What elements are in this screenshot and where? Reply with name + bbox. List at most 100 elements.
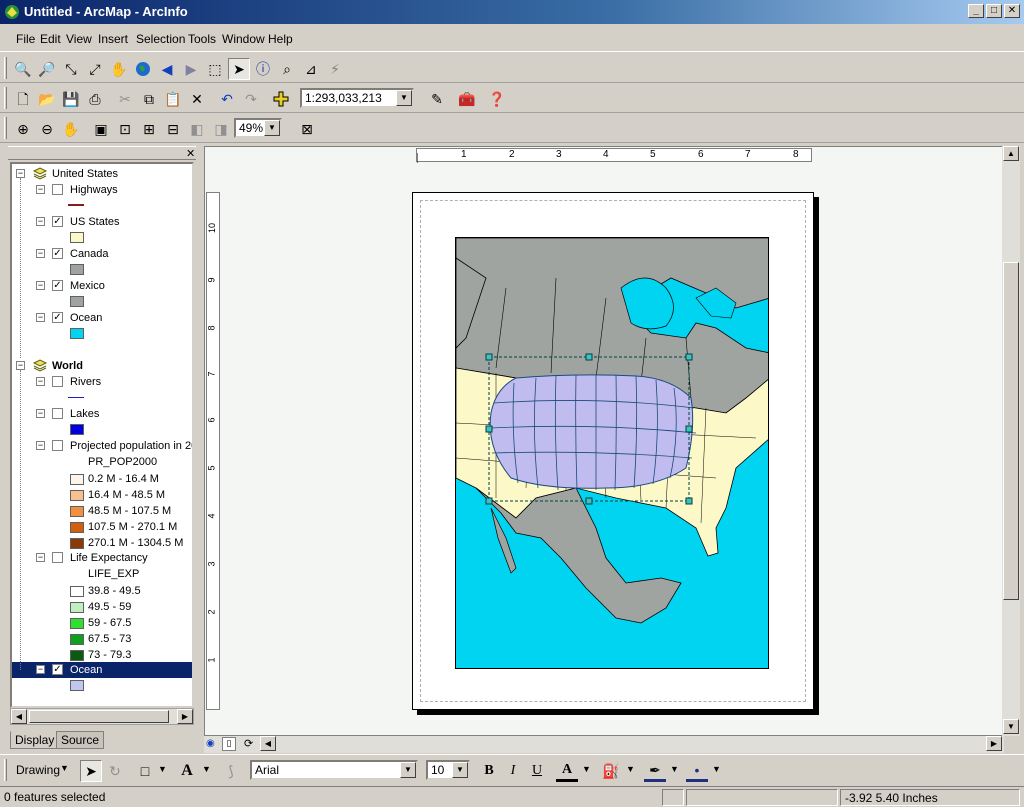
collapse-icon[interactable]: − [36, 553, 45, 562]
collapse-icon[interactable]: − [36, 217, 45, 226]
fixed-zoom-in-page-icon[interactable]: ⊡ [114, 118, 136, 140]
new-document-icon[interactable]: 🗋 [12, 88, 34, 110]
redo-icon[interactable]: ↷ [240, 88, 262, 110]
back-arrow-icon[interactable]: ◀ [156, 58, 178, 80]
toc-layer-ocean-us[interactable]: − ✓ Ocean [12, 310, 192, 326]
toc-layer-life-expectancy[interactable]: − Life Expectancy [12, 550, 192, 566]
font-color-icon[interactable]: A [556, 760, 578, 782]
zoom-percent-combo[interactable]: 49% ▼ [234, 118, 282, 138]
measure-icon[interactable]: ⊿ [300, 58, 322, 80]
chevron-down-icon[interactable]: ▼ [202, 764, 211, 774]
paste-icon[interactable]: 📋 [162, 88, 184, 110]
toc-group-world[interactable]: − World [12, 358, 192, 374]
refresh-icon[interactable]: ⟳ [244, 737, 253, 750]
collapse-icon[interactable]: − [36, 377, 45, 386]
toc-layer-highways[interactable]: − Highways [12, 182, 192, 198]
data-view-toggle-icon[interactable]: ◉ [206, 738, 215, 749]
toolbar-grip[interactable] [4, 87, 7, 109]
find-binoculars-icon[interactable]: ⌕ [276, 58, 298, 80]
fill-color-bucket-icon[interactable]: ⛽ [600, 760, 622, 782]
tab-source[interactable]: Source [56, 731, 105, 749]
layer-visibility-checkbox[interactable]: ✓ [52, 280, 63, 291]
layer-visibility-checkbox[interactable] [52, 440, 63, 451]
chevron-down-icon[interactable]: ▼ [400, 762, 416, 778]
open-folder-icon[interactable]: 📂 [36, 88, 58, 110]
hyperlink-lightning-icon[interactable]: ⚡ [324, 58, 346, 80]
add-data-icon[interactable] [270, 88, 292, 110]
print-icon[interactable]: ⎙ [84, 88, 106, 110]
toolbar-grip[interactable] [4, 117, 7, 139]
layer-visibility-checkbox[interactable] [52, 376, 63, 387]
zoom-100-percent-icon[interactable]: ⊟ [162, 118, 184, 140]
font-size-combo[interactable]: 10 ▼ [426, 760, 470, 780]
toc-layer-canada[interactable]: − ✓ Canada [12, 246, 192, 262]
layer-visibility-checkbox[interactable]: ✓ [52, 216, 63, 227]
minimize-button[interactable]: _ [968, 4, 984, 18]
maximize-button[interactable]: □ [986, 4, 1002, 18]
select-features-icon[interactable]: ⬚ [204, 58, 226, 80]
delete-icon[interactable]: ✕ [186, 88, 208, 110]
scroll-right-icon[interactable]: ▶ [986, 736, 1002, 751]
save-icon[interactable]: 💾 [60, 88, 82, 110]
close-icon[interactable]: ✕ [186, 147, 195, 160]
collapse-icon[interactable]: − [36, 185, 45, 194]
menu-help[interactable]: Help [268, 32, 293, 46]
menu-file[interactable]: File [16, 32, 35, 46]
scroll-down-icon[interactable]: ▼ [1003, 719, 1019, 734]
chevron-down-icon[interactable]: ▼ [670, 764, 679, 774]
collapse-icon[interactable]: − [36, 249, 45, 258]
rotate-icon[interactable]: ↻ [104, 760, 126, 782]
page-zoom-in-icon[interactable]: ⊕ [12, 118, 34, 140]
chevron-down-icon[interactable]: ▼ [582, 764, 591, 774]
scroll-left-icon[interactable]: ◀ [11, 709, 27, 724]
menu-window[interactable]: Window [222, 32, 265, 46]
scroll-thumb[interactable] [29, 710, 169, 723]
vertical-ruler[interactable]: 10 9 8 7 6 5 4 3 2 1 [206, 192, 220, 710]
line-color-pen-icon[interactable]: ✒ [644, 760, 666, 782]
drawing-menu[interactable]: Drawing [16, 763, 60, 777]
next-extent-icon[interactable]: ◨ [210, 118, 232, 140]
collapse-icon[interactable]: − [16, 361, 25, 370]
scroll-left-icon[interactable]: ◀ [260, 736, 276, 751]
italic-button[interactable]: I [502, 760, 524, 782]
full-extent-globe-icon[interactable] [132, 58, 154, 80]
collapse-icon[interactable]: − [36, 313, 45, 322]
layer-visibility-checkbox[interactable] [52, 408, 63, 419]
menu-insert[interactable]: Insert [98, 32, 128, 46]
editor-toolbar-icon[interactable]: ✎ [426, 88, 448, 110]
chevron-down-icon[interactable]: ▼ [712, 764, 721, 774]
layout-vertical-scrollbar[interactable]: ▲ ▼ [1002, 146, 1020, 736]
undo-icon[interactable]: ↶ [216, 88, 238, 110]
zoom-in-icon[interactable]: 🔍 [12, 58, 34, 80]
zoom-whole-page-icon[interactable]: ▣ [90, 118, 112, 140]
fixed-zoom-out-page-icon[interactable]: ⊞ [138, 118, 160, 140]
font-name-combo[interactable]: Arial ▼ [250, 760, 418, 780]
layout-horizontal-scrollbar[interactable]: ◉ ▯ ⟳ ◀ ▶ [204, 736, 1004, 753]
underline-button[interactable]: U [526, 760, 548, 782]
tab-display[interactable]: Display [10, 731, 60, 749]
identify-icon[interactable]: ⓘ [252, 58, 274, 80]
text-tool-icon[interactable]: A [176, 760, 198, 782]
toc-layer-lakes[interactable]: − Lakes [12, 406, 192, 422]
rectangle-icon[interactable]: □ [134, 760, 156, 782]
forward-arrow-icon[interactable]: ▶ [180, 58, 202, 80]
chevron-down-icon[interactable]: ▼ [626, 764, 635, 774]
zoom-out-icon[interactable]: 🔎 [36, 58, 58, 80]
toc-horizontal-scrollbar[interactable]: ◀ ▶ [10, 708, 194, 725]
layer-visibility-checkbox[interactable]: ✓ [52, 312, 63, 323]
whats-this-help-icon[interactable]: ❓ [486, 88, 508, 110]
cut-icon[interactable]: ✂ [114, 88, 136, 110]
edit-vertices-icon[interactable]: ⟆ [220, 760, 242, 782]
layer-visibility-checkbox[interactable] [52, 552, 63, 563]
horizontal-ruler[interactable]: 1 2 3 4 5 6 7 8 [416, 148, 812, 163]
fixed-zoom-in-icon[interactable]: ⤡ [60, 58, 82, 80]
collapse-icon[interactable]: − [36, 409, 45, 418]
toc-layer-projected-population[interactable]: − Projected population in 20 [12, 438, 192, 454]
map-scale-combo[interactable]: 1:293,033,213 ▼ [300, 88, 414, 108]
layout-view-toggle-icon[interactable]: ▯ [222, 737, 236, 751]
collapse-icon[interactable]: − [16, 169, 25, 178]
chevron-down-icon[interactable]: ▼ [60, 763, 69, 773]
marker-color-icon[interactable]: • [686, 760, 708, 782]
toc-layer-rivers[interactable]: − Rivers [12, 374, 192, 390]
toggle-draft-mode-icon[interactable]: ⊠ [296, 118, 318, 140]
